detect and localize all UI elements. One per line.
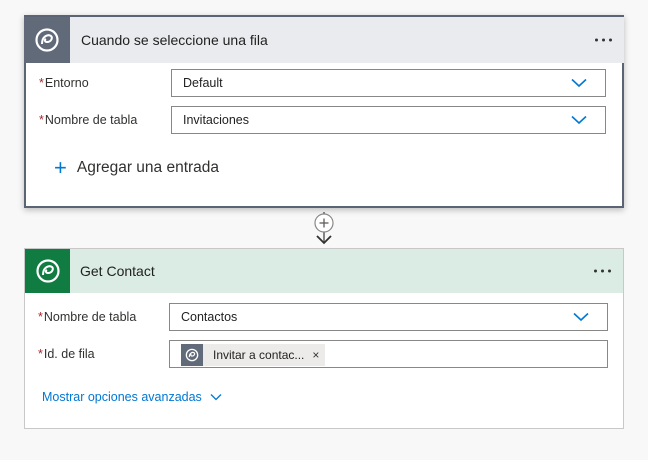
action-card-header[interactable]: Get Contact bbox=[25, 249, 623, 293]
show-advanced-options-label: Mostrar opciones avanzadas bbox=[42, 390, 202, 404]
chevron-down-icon[interactable] bbox=[573, 312, 589, 322]
insert-step-connector[interactable] bbox=[312, 212, 336, 248]
token-icon-box bbox=[181, 344, 203, 366]
more-dot-icon bbox=[594, 269, 597, 273]
action-table-name-label-text: Nombre de tabla bbox=[43, 310, 137, 324]
action-table-name-row: *Nombre de tabla Contactos bbox=[25, 303, 623, 333]
row-id-input[interactable]: Invitar a contac... × bbox=[169, 340, 608, 368]
environment-row: *Entorno Default bbox=[26, 69, 622, 99]
row-id-label-text: Id. de fila bbox=[43, 347, 95, 361]
required-asterisk: * bbox=[38, 310, 43, 324]
environment-value: Default bbox=[183, 76, 223, 90]
row-id-row: *Id. de fila Invitar a contac... × bbox=[25, 340, 623, 370]
chevron-down-icon[interactable] bbox=[571, 78, 587, 88]
table-name-dropdown[interactable]: Invitaciones bbox=[171, 106, 606, 134]
action-more-options-button[interactable] bbox=[594, 269, 611, 273]
token-label: Invitar a contac... bbox=[213, 348, 305, 362]
table-name-value: Invitaciones bbox=[183, 113, 250, 127]
action-card: Get Contact *Nombre de tabla Contactos *… bbox=[24, 248, 624, 429]
plus-icon: + bbox=[54, 155, 67, 180]
add-entry-label: Agregar una entrada bbox=[76, 159, 220, 176]
chevron-down-icon[interactable] bbox=[571, 115, 587, 125]
trigger-icon-box bbox=[24, 17, 70, 63]
trigger-title: Cuando se seleccione una fila bbox=[81, 32, 268, 48]
action-icon-box bbox=[25, 249, 70, 293]
more-dot-icon bbox=[608, 269, 611, 273]
table-name-label-text: Nombre de tabla bbox=[44, 113, 138, 127]
trigger-card: Cuando se seleccione una fila *Entorno D… bbox=[24, 15, 624, 208]
required-asterisk: * bbox=[39, 113, 44, 127]
action-table-name-value: Contactos bbox=[181, 310, 238, 324]
environment-label: *Entorno bbox=[39, 76, 89, 90]
chevron-down-icon bbox=[210, 394, 222, 401]
dataverse-icon bbox=[35, 259, 60, 283]
trigger-more-options-button[interactable] bbox=[595, 38, 612, 42]
more-dot-icon bbox=[609, 38, 612, 42]
more-dot-icon bbox=[601, 269, 604, 273]
action-title: Get Contact bbox=[80, 263, 155, 279]
row-id-label: *Id. de fila bbox=[38, 347, 95, 361]
trigger-card-header[interactable]: Cuando se seleccione una fila bbox=[24, 15, 624, 63]
dynamic-content-token[interactable]: Invitar a contac... × bbox=[181, 344, 326, 366]
action-table-name-label: *Nombre de tabla bbox=[38, 310, 136, 324]
environment-label-text: Entorno bbox=[44, 76, 89, 90]
more-dot-icon bbox=[602, 38, 605, 42]
required-asterisk: * bbox=[38, 347, 43, 361]
table-name-row: *Nombre de tabla Invitaciones bbox=[26, 106, 622, 136]
environment-dropdown[interactable]: Default bbox=[171, 69, 606, 97]
show-advanced-options-link[interactable]: Mostrar opciones avanzadas bbox=[42, 390, 222, 404]
table-name-label: *Nombre de tabla bbox=[39, 113, 137, 127]
add-entry-button[interactable]: + Agregar una entrada bbox=[54, 155, 220, 180]
required-asterisk: * bbox=[39, 76, 44, 90]
dataverse-icon bbox=[35, 28, 59, 52]
token-remove-icon[interactable]: × bbox=[312, 348, 319, 362]
dataverse-icon bbox=[185, 348, 199, 362]
action-table-name-dropdown[interactable]: Contactos bbox=[169, 303, 608, 331]
more-dot-icon bbox=[595, 38, 598, 42]
